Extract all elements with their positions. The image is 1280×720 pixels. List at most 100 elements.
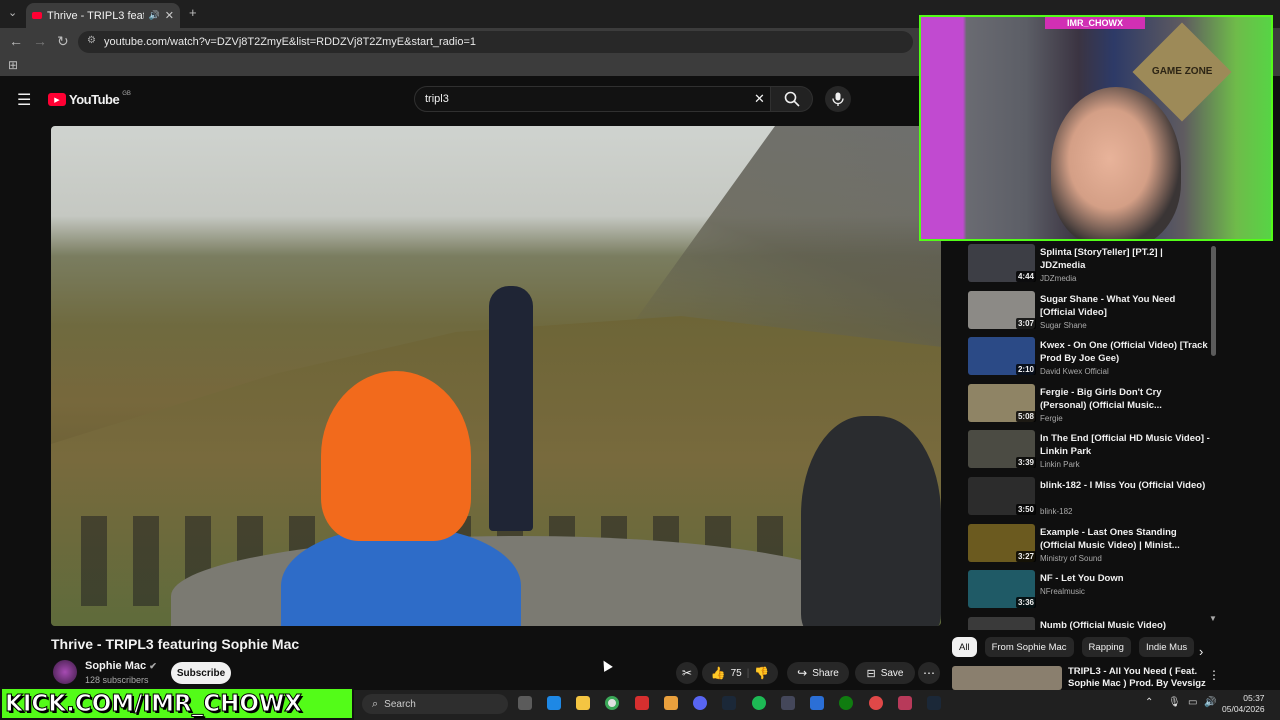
recommendation-thumbnail[interactable]: 3:39 xyxy=(968,430,1036,469)
site-info-icon[interactable]: ⚙ xyxy=(87,35,96,46)
recommendation-thumbnail[interactable]: 3:50 xyxy=(968,477,1036,515)
recommendation-item[interactable]: 3:07 Sugar Shane - What You Need [Officia… xyxy=(968,290,1218,337)
browser-tab[interactable]: Thrive - TRIPL3 featuring So 🔊 ✕ xyxy=(26,3,180,28)
app-icon-gray[interactable] xyxy=(781,696,795,710)
more-actions-icon[interactable]: ⋯ xyxy=(918,662,940,684)
recommendation-item[interactable]: 3:27 Example - Last Ones Standing (Offici… xyxy=(968,523,1218,570)
recommendation-title[interactable]: Sugar Shane - What You Need [Official Vi… xyxy=(1040,293,1210,319)
youtube-logo[interactable]: ▶ YouTube GB xyxy=(48,91,131,107)
clock[interactable]: 05:37 05/04/2026 xyxy=(1222,693,1265,715)
back-icon[interactable]: ← xyxy=(9,33,23,49)
recommendation-title[interactable]: Numb (Official Music Video) xyxy=(1040,619,1210,630)
duration-badge: 3:39 xyxy=(1015,457,1036,469)
steam-icon-2[interactable] xyxy=(927,696,941,710)
share-button[interactable]: ↪ Share xyxy=(787,662,849,684)
video-player[interactable] xyxy=(51,126,941,626)
forward-icon[interactable]: → xyxy=(33,33,47,49)
remix-icon[interactable]: ✂ xyxy=(676,662,698,684)
tab-close-icon[interactable]: ✕ xyxy=(165,9,174,22)
apps-icon[interactable]: ⊞ xyxy=(8,58,18,72)
recommendation-item[interactable]: 3:50 blink-182 - I Miss You (Official Vid… xyxy=(968,477,1218,523)
duration-badge: 4:44 xyxy=(1015,271,1036,282)
recommendation-channel[interactable]: NFrealmusic xyxy=(1040,587,1085,596)
next-recommendation[interactable]: TRIPL3 - All You Need ( Feat. Sophie Mac… xyxy=(952,664,1222,690)
recommendation-thumbnail[interactable]: 5:08 xyxy=(968,383,1036,422)
chip-rapping[interactable]: Rapping xyxy=(1081,637,1131,657)
search-button[interactable] xyxy=(771,86,813,112)
streamer xyxy=(1051,87,1181,239)
save-button[interactable]: ⊟ Save xyxy=(855,662,915,684)
network-icon[interactable]: ▭ xyxy=(1188,697,1197,708)
app-icon-pink[interactable] xyxy=(898,696,912,710)
copilot-icon[interactable] xyxy=(547,696,561,710)
chip-from-channel[interactable]: From Sophie Mac xyxy=(984,637,1074,657)
volume-icon[interactable]: 🔊 xyxy=(1204,697,1216,708)
recommendation-title[interactable]: Kwex - On One (Official Video) [Track Pr… xyxy=(1040,339,1210,365)
scroll-down-icon[interactable]: ▼ xyxy=(1209,614,1217,623)
recommendation-item[interactable]: 2:10 Kwex - On One (Official Video) [Trac… xyxy=(968,337,1218,383)
recommendation-thumbnail[interactable]: 3:36 xyxy=(968,570,1036,609)
voice-search-button[interactable] xyxy=(825,86,851,112)
more-vert-icon[interactable]: ⋮ xyxy=(1208,668,1220,682)
recommendation-item[interactable]: 3:39 In The End [Official HD Music Video]… xyxy=(968,430,1218,476)
app-icon-red[interactable] xyxy=(635,696,649,710)
app-icon-orange[interactable] xyxy=(664,696,678,710)
recommendation-thumbnail[interactable]: 3:27 xyxy=(968,523,1036,562)
recommendation-thumbnail[interactable]: 2:10 xyxy=(968,337,1036,376)
recommendation-channel[interactable]: Linkin Park xyxy=(1040,460,1080,469)
recommendation-item[interactable]: 5:08 Fergie - Big Girls Don't Cry (Person… xyxy=(968,383,1218,430)
address-bar[interactable]: ⚙ youtube.com/watch?v=DZVj8T2ZmyE&list=R… xyxy=(78,31,913,53)
recommendation-channel[interactable]: Sugar Shane xyxy=(1040,321,1087,330)
duration-badge: 5:08 xyxy=(1015,410,1036,422)
recommendation-title[interactable]: Example - Last Ones Standing (Official M… xyxy=(1040,526,1210,552)
dislike-icon[interactable]: 👎 xyxy=(754,666,769,680)
recommendation-item[interactable]: 4:44 Splinta [StoryTeller] [PT.2] | JDZme… xyxy=(968,244,1218,290)
file-explorer-icon[interactable] xyxy=(576,696,590,710)
next-title: TRIPL3 - All You Need ( Feat. Sophie Mac… xyxy=(1068,666,1206,689)
duration-badge: 3:07 xyxy=(1015,317,1036,329)
recommendation-title[interactable]: NF - Let You Down xyxy=(1040,572,1210,585)
recommendation-title[interactable]: Splinta [StoryTeller] [PT.2] | JDZmedia xyxy=(1040,246,1210,272)
sidebar-scrollbar[interactable] xyxy=(1211,246,1216,356)
tab-search-chevron-icon[interactable]: ⌄ xyxy=(8,6,17,19)
xbox-icon[interactable] xyxy=(839,696,853,710)
menu-icon[interactable]: ☰ xyxy=(17,90,31,110)
recommendation-item[interactable]: Numb (Official Music Video) xyxy=(968,616,1218,630)
task-view-icon[interactable] xyxy=(518,696,532,710)
spotify-icon[interactable] xyxy=(752,696,766,710)
recommendation-channel[interactable]: blink-182 xyxy=(1040,507,1072,516)
recommendation-title[interactable]: In The End [Official HD Music Video] - L… xyxy=(1040,432,1210,458)
like-count[interactable]: 75 xyxy=(731,668,742,679)
app-icon-red-2[interactable] xyxy=(869,696,883,710)
channel-name[interactable]: Sophie Mac ✔ xyxy=(85,660,157,672)
recommendation-thumbnail[interactable]: 4:44 xyxy=(968,244,1036,282)
channel-avatar[interactable] xyxy=(53,660,77,684)
recommendation-channel[interactable]: Ministry of Sound xyxy=(1040,554,1102,563)
audio-icon[interactable]: 🔊 xyxy=(149,10,160,21)
app-icon-blue[interactable] xyxy=(810,696,824,710)
taskbar-search[interactable]: ⌕ Search xyxy=(362,694,508,714)
tray-chevron-icon[interactable]: ⌃ xyxy=(1145,697,1153,708)
recommendation-title[interactable]: blink-182 - I Miss You (Official Video) xyxy=(1040,479,1210,492)
chevron-right-icon[interactable]: › xyxy=(1199,644,1203,659)
recommendation-channel[interactable]: David Kwex Official xyxy=(1040,367,1109,376)
reload-icon[interactable]: ↻ xyxy=(57,33,69,50)
chip-indie[interactable]: Indie Mus xyxy=(1138,637,1195,657)
recommendation-thumbnail[interactable]: 3:07 xyxy=(968,290,1036,329)
recommendation-title[interactable]: Fergie - Big Girls Don't Cry (Personal) … xyxy=(1040,386,1210,412)
new-tab-icon[interactable]: + xyxy=(189,5,197,20)
discord-icon[interactable] xyxy=(693,696,707,710)
steam-icon[interactable] xyxy=(722,696,736,710)
recommendation-channel[interactable]: JDZmedia xyxy=(1040,274,1076,283)
clear-search-icon[interactable]: ✕ xyxy=(754,91,765,107)
subscribe-button[interactable]: Subscribe xyxy=(171,662,231,684)
microphone-tray-icon[interactable]: 🎙 xyxy=(1168,697,1181,708)
recommendation-channel[interactable]: Fergie xyxy=(1040,414,1063,423)
chrome-icon[interactable] xyxy=(605,696,619,710)
cam-label: IMR_CHOWX xyxy=(1045,17,1145,29)
chip-all[interactable]: All xyxy=(952,637,977,657)
recommendation-thumbnail[interactable] xyxy=(968,616,1035,630)
search-input[interactable]: tripl3 ✕ xyxy=(414,86,771,112)
like-icon[interactable]: 👍 xyxy=(711,666,726,680)
recommendation-item[interactable]: 3:36 NF - Let You Down NFrealmusic xyxy=(968,570,1218,616)
